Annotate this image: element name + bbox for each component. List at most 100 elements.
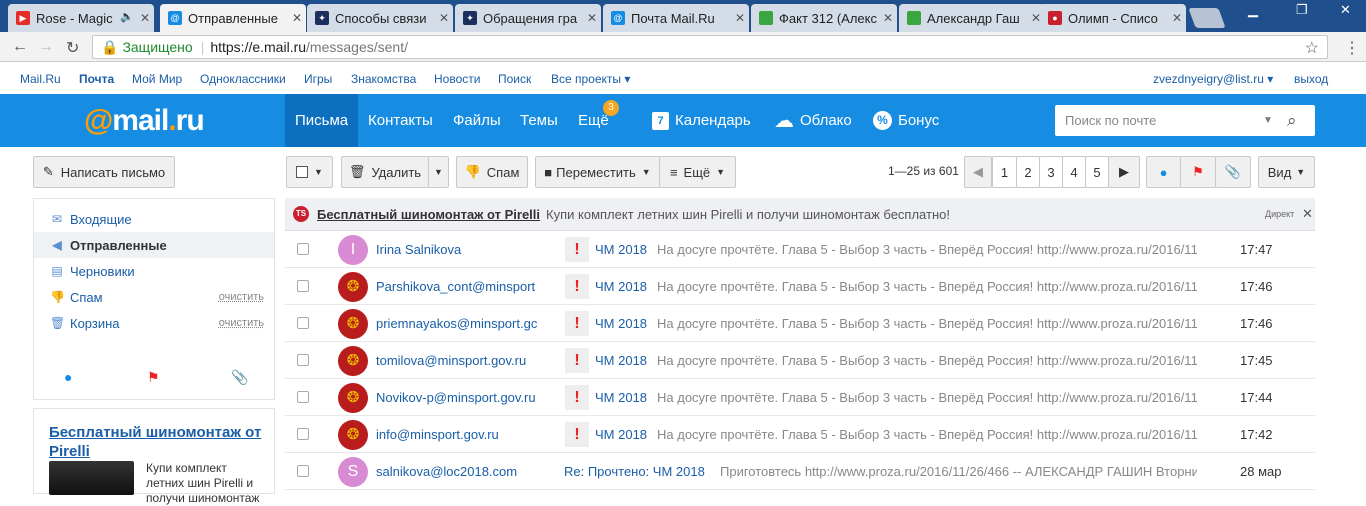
- mailru-logo[interactable]: @mail.ru: [84, 104, 205, 138]
- message-checkbox[interactable]: [297, 391, 309, 403]
- sidebar-folder[interactable]: ✉ Входящие: [34, 206, 274, 232]
- important-flag-icon[interactable]: !: [565, 422, 589, 447]
- nav-files[interactable]: Файлы: [443, 94, 511, 147]
- tab-close-icon[interactable]: ✕: [136, 11, 154, 25]
- nav-calendar[interactable]: 7 Календарь: [642, 94, 761, 147]
- browser-tab[interactable]: Факт 312 (Алекс ✕: [751, 4, 897, 32]
- close-icon[interactable]: ✕: [1302, 206, 1313, 222]
- important-flag-icon[interactable]: !: [565, 385, 589, 410]
- new-tab-button[interactable]: [1188, 8, 1226, 28]
- logout-link[interactable]: выход: [1294, 72, 1328, 86]
- unread-dot-icon[interactable]: ●: [64, 369, 72, 385]
- nav-cloud[interactable]: ☁ Облако: [764, 94, 862, 147]
- search-dropdown-icon[interactable]: ▼: [1263, 105, 1273, 136]
- browser-tab[interactable]: @ Почта Mail.Ru ✕: [603, 4, 749, 32]
- nav-bonus[interactable]: % Бонус: [863, 94, 949, 147]
- portal-link-mail[interactable]: Почта: [79, 72, 114, 86]
- nav-contacts[interactable]: Контакты: [358, 94, 443, 147]
- tab-close-icon[interactable]: ✕: [583, 11, 601, 25]
- message-row[interactable]: ❂ priemnayakos@minsport.gc! ЧМ 2018 На досу…: [285, 305, 1315, 342]
- mail-search-input[interactable]: Поиск по почте ▼ ⌕: [1055, 105, 1315, 136]
- tire-image[interactable]: [49, 461, 134, 495]
- promo-direct-label[interactable]: Директ: [1265, 209, 1294, 219]
- page-1-button[interactable]: 1: [992, 156, 1017, 188]
- move-button[interactable]: ■ Переместить ▼: [535, 156, 660, 188]
- portal-link-ok[interactable]: Одноклассники: [200, 72, 286, 86]
- select-all-dropdown[interactable]: ▼: [286, 156, 333, 188]
- close-window-icon[interactable]: ✕: [1340, 2, 1351, 18]
- browser-tab[interactable]: ✦ Способы связи ✕: [307, 4, 453, 32]
- tab-close-icon[interactable]: ✕: [1168, 11, 1186, 25]
- folder-clean-link[interactable]: очистить: [219, 317, 264, 329]
- page-2-button[interactable]: 2: [1016, 156, 1040, 188]
- message-row[interactable]: I Irina Salnikova! ЧМ 2018 На досуге прочтё…: [285, 231, 1315, 268]
- reload-icon[interactable]: ↻: [66, 38, 79, 58]
- sidebar-folder[interactable]: 🗑 Корзина очистить: [34, 310, 274, 336]
- portal-link-dating[interactable]: Знакомства: [351, 72, 416, 86]
- tab-close-icon[interactable]: ✕: [731, 11, 749, 25]
- message-row[interactable]: ❂ Parshikova_cont@minsport! ЧМ 2018 На досу…: [285, 268, 1315, 305]
- tab-close-icon[interactable]: ✕: [879, 11, 897, 25]
- message-checkbox[interactable]: [297, 280, 309, 292]
- folder-clean-link[interactable]: очистить: [219, 291, 264, 303]
- promo-banner[interactable]: TS Бесплатный шиномонтаж от Pirelli Купи…: [285, 198, 1315, 231]
- bookmark-star-icon[interactable]: ☆: [1305, 38, 1319, 58]
- portal-link-search[interactable]: Поиск: [498, 72, 531, 86]
- audio-playing-icon[interactable]: 🔈: [120, 10, 134, 23]
- paperclip-icon[interactable]: 📎: [231, 369, 248, 386]
- ad-title[interactable]: Бесплатный шиномонтаж от Pirelli: [49, 423, 269, 461]
- portal-link-all-projects[interactable]: Все проекты ▾: [551, 72, 630, 86]
- message-checkbox[interactable]: [297, 465, 309, 477]
- forward-icon[interactable]: →: [38, 38, 54, 56]
- message-checkbox[interactable]: [297, 354, 309, 366]
- page-5-button[interactable]: 5: [1085, 156, 1109, 188]
- page-next-button[interactable]: ▶: [1108, 156, 1140, 188]
- page-4-button[interactable]: 4: [1062, 156, 1086, 188]
- important-flag-icon[interactable]: !: [565, 274, 589, 299]
- portal-link-mailru[interactable]: Mail.Ru: [20, 72, 61, 86]
- important-flag-icon[interactable]: !: [565, 237, 589, 262]
- compose-button[interactable]: ✎ Написать письмо: [33, 156, 175, 188]
- sidebar-ad[interactable]: Бесплатный шиномонтаж от Pirelli Купи ко…: [33, 408, 275, 505]
- more-actions-button[interactable]: ≡ Ещё ▼: [659, 156, 736, 188]
- browser-tab[interactable]: ● Олимп - Списо ✕: [1040, 4, 1186, 32]
- sidebar-folder[interactable]: ◀ Отправленные: [34, 232, 274, 258]
- browser-tab[interactable]: @ Отправленные ✕: [160, 4, 306, 32]
- sidebar-folder[interactable]: ▤ Черновики: [34, 258, 274, 284]
- browser-menu-icon[interactable]: ⋮: [1344, 38, 1360, 58]
- portal-link-news[interactable]: Новости: [434, 72, 480, 86]
- important-flag-icon[interactable]: !: [565, 348, 589, 373]
- important-flag-icon[interactable]: !: [565, 311, 589, 336]
- promo-title[interactable]: Бесплатный шиномонтаж от Pirelli: [317, 207, 540, 222]
- message-row[interactable]: ❂ Novikov-p@minsport.gov.ru! ЧМ 2018 На дос…: [285, 379, 1315, 416]
- message-checkbox[interactable]: [297, 317, 309, 329]
- browser-tab[interactable]: ✦ Обращения гра ✕: [455, 4, 601, 32]
- message-row[interactable]: ❂ tomilova@minsport.gov.ru! ЧМ 2018 На досу…: [285, 342, 1315, 379]
- search-icon[interactable]: ⌕: [1287, 105, 1297, 136]
- portal-link-myworld[interactable]: Мой Мир: [132, 72, 182, 86]
- sidebar-folder[interactable]: 👎 Спам очистить: [34, 284, 274, 310]
- message-row[interactable]: ❂ info@minsport.gov.ru! ЧМ 2018 На досуге п…: [285, 416, 1315, 453]
- filter-unread-button[interactable]: ●: [1146, 156, 1181, 188]
- message-checkbox[interactable]: [297, 428, 309, 440]
- browser-tab[interactable]: Александр Гаш ✕: [899, 4, 1045, 32]
- minimize-icon[interactable]: ▁: [1248, 2, 1258, 18]
- message-checkbox[interactable]: [297, 243, 309, 255]
- page-3-button[interactable]: 3: [1039, 156, 1063, 188]
- message-row[interactable]: Ssalnikova@loc2018.com Re: Прочтено: ЧМ 2…: [285, 453, 1315, 490]
- tab-close-icon[interactable]: ✕: [435, 11, 453, 25]
- tab-close-icon[interactable]: ✕: [288, 11, 306, 25]
- flag-icon[interactable]: ⚑: [147, 369, 160, 386]
- delete-button[interactable]: 🗑 Удалить: [341, 156, 429, 188]
- user-email-menu[interactable]: zvezdnyeigry@list.ru ▾: [1153, 72, 1273, 86]
- filter-attachments-button[interactable]: 📎: [1215, 156, 1251, 188]
- nav-letters[interactable]: Письма: [285, 94, 359, 147]
- address-bar[interactable]: 🔒 Защищено | https://e.mail.ru /messages…: [92, 35, 1328, 59]
- filter-flagged-button[interactable]: ⚑: [1180, 156, 1216, 188]
- spam-button[interactable]: 👎 Спам: [456, 156, 528, 188]
- select-all-checkbox[interactable]: [296, 166, 309, 178]
- delete-dropdown-button[interactable]: ▼: [428, 156, 449, 188]
- portal-link-games[interactable]: Игры: [304, 72, 332, 86]
- nav-themes[interactable]: Темы: [510, 94, 568, 147]
- maximize-icon[interactable]: ❐: [1296, 2, 1308, 18]
